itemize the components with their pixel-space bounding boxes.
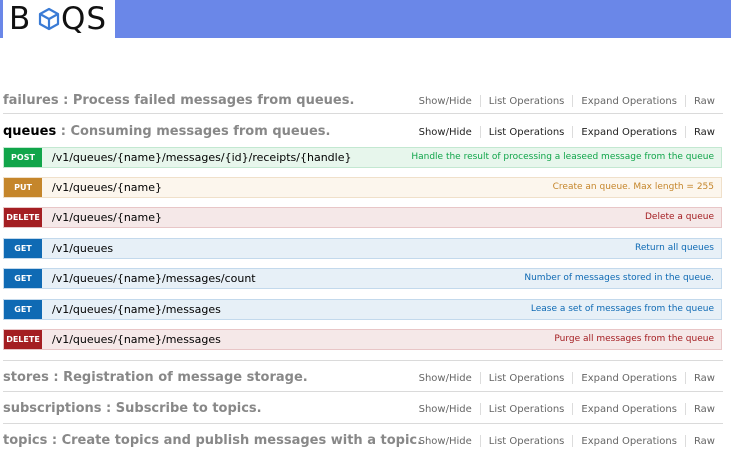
resource-description: : Registration of message storage. [48,370,308,385]
divider [3,113,723,114]
resource-queues: queues : Consuming messages from queues.… [3,121,723,143]
http-method-badge[interactable]: GET [4,269,42,288]
operation-summary[interactable]: Handle the result of processing a leasee… [411,148,714,167]
expand-operations-link[interactable]: Expand Operations [573,127,685,138]
resource-description: : Create topics and publish messages wit… [47,433,423,448]
http-method-badge[interactable]: GET [4,300,42,319]
operation-row[interactable]: GET /v1/queues/{name}/messages Lease a s… [3,299,722,320]
show-hide-link[interactable]: Show/Hide [411,373,480,384]
expand-operations-link[interactable]: Expand Operations [573,96,685,107]
raw-link[interactable]: Raw [686,127,715,138]
show-hide-link[interactable]: Show/Hide [411,127,480,138]
expand-operations-link[interactable]: Expand Operations [573,436,685,447]
operation-path[interactable]: /v1/queues/{name} [52,208,162,227]
operation-summary[interactable]: Lease a set of messages from the queue [531,300,714,319]
resource-subscriptions: subscriptions : Subscribe to topics. Sho… [3,398,723,420]
resource-name: subscriptions [3,401,102,416]
operation-summary[interactable]: Purge all messages from the queue [554,330,714,349]
resource-title[interactable]: stores : Registration of message storage… [3,367,308,389]
raw-link[interactable]: Raw [686,96,715,107]
operation-path[interactable]: /v1/queues [52,239,113,258]
http-method-badge[interactable]: DELETE [4,208,42,227]
resource-title[interactable]: subscriptions : Subscribe to topics. [3,398,262,420]
cube-icon [38,7,60,31]
list-operations-link[interactable]: List Operations [481,96,573,107]
resource-description: : Subscribe to topics. [101,401,262,416]
operation-row[interactable]: GET /v1/queues Return all queues [3,238,722,259]
operation-summary[interactable]: Create an queue. Max length = 255 [553,178,714,197]
show-hide-link[interactable]: Show/Hide [411,404,480,415]
resource-operations-links: Show/Hide List Operations Expand Operati… [411,430,715,452]
list-operations-link[interactable]: List Operations [481,127,573,138]
operation-path[interactable]: /v1/queues/{name}/messages [52,300,221,319]
operation-summary[interactable]: Return all queues [635,239,714,258]
resource-stores: stores : Registration of message storage… [3,367,723,389]
top-header-bar: B QS [0,0,731,38]
resource-name: queues [3,124,57,139]
raw-link[interactable]: Raw [686,373,715,384]
operation-path[interactable]: /v1/queues/{name}/messages [52,330,221,349]
resource-name: topics [3,433,48,448]
http-method-badge[interactable]: PUT [4,178,42,197]
divider [3,391,723,392]
resource-name: failures [3,93,59,108]
operation-row[interactable]: PUT /v1/queues/{name} Create an queue. M… [3,177,722,198]
operation-summary[interactable]: Delete a queue [645,208,714,227]
operation-row[interactable]: DELETE /v1/queues/{name}/messages Purge … [3,329,722,350]
show-hide-link[interactable]: Show/Hide [411,96,480,107]
resource-operations-links: Show/Hide List Operations Expand Operati… [411,367,715,389]
operation-row[interactable]: POST /v1/queues/{name}/messages/{id}/rec… [3,147,722,168]
resource-description: : Consuming messages from queues. [56,124,331,139]
operation-row[interactable]: GET /v1/queues/{name}/messages/count Num… [3,268,722,289]
resource-failures: failures : Process failed messages from … [3,90,723,112]
http-method-badge[interactable]: GET [4,239,42,258]
resource-title[interactable]: failures : Process failed messages from … [3,90,354,112]
operation-summary[interactable]: Number of messages stored in the queue. [524,269,714,288]
resource-topics: topics : Create topics and publish messa… [3,430,723,452]
resource-title[interactable]: queues : Consuming messages from queues. [3,121,330,143]
list-operations-link[interactable]: List Operations [481,373,573,384]
logo[interactable]: B QS [0,0,115,38]
operation-path[interactable]: /v1/queues/{name}/messages/{id}/receipts… [52,148,351,167]
http-method-badge[interactable]: POST [4,148,42,167]
list-operations-link[interactable]: List Operations [481,436,573,447]
logo-letters-qs: QS [61,1,108,37]
operation-path[interactable]: /v1/queues/{name} [52,178,162,197]
resource-description: : Process failed messages from queues. [58,93,355,108]
resource-title[interactable]: topics : Create topics and publish messa… [3,430,422,452]
resource-name: stores [3,370,49,385]
resource-operations-links: Show/Hide List Operations Expand Operati… [411,398,715,420]
show-hide-link[interactable]: Show/Hide [411,436,480,447]
http-method-badge[interactable]: DELETE [4,330,42,349]
divider [3,423,723,424]
expand-operations-link[interactable]: Expand Operations [573,404,685,415]
raw-link[interactable]: Raw [686,404,715,415]
divider [3,360,723,361]
operation-row[interactable]: DELETE /v1/queues/{name} Delete a queue [3,207,722,228]
logo-letter-b: B [9,1,32,37]
resource-operations-links: Show/Hide List Operations Expand Operati… [411,121,715,143]
resource-operations-links: Show/Hide List Operations Expand Operati… [411,90,715,112]
expand-operations-link[interactable]: Expand Operations [573,373,685,384]
list-operations-link[interactable]: List Operations [481,404,573,415]
operation-path[interactable]: /v1/queues/{name}/messages/count [52,269,256,288]
raw-link[interactable]: Raw [686,436,715,447]
